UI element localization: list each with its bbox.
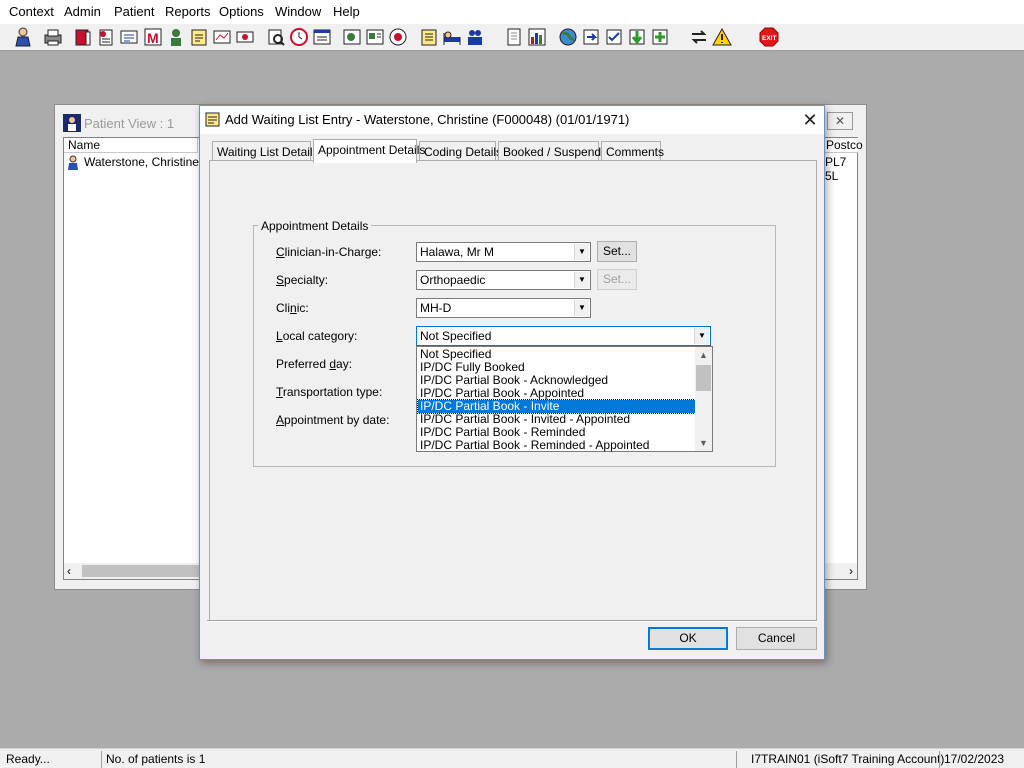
patient-view-title: Patient View : 1 <box>84 116 175 131</box>
check-doc-icon[interactable] <box>604 27 624 47</box>
patient-view-close-button[interactable]: ✕ <box>827 112 853 130</box>
bed-icon[interactable] <box>442 27 462 47</box>
dialog-separator <box>207 620 817 622</box>
chevron-down-icon[interactable]: ▼ <box>694 328 709 344</box>
menu-patient[interactable]: Patient <box>114 4 154 19</box>
status-date: 17/02/2023 <box>939 751 1024 768</box>
scroll-up-icon[interactable]: ▲ <box>695 347 712 363</box>
note2-icon[interactable] <box>419 27 439 47</box>
specialty-label: Specialty: <box>276 273 329 287</box>
clinician-set-button[interactable]: Set... <box>597 241 637 262</box>
menu-reports[interactable]: Reports <box>165 4 211 19</box>
scroll-right-icon[interactable]: › <box>849 563 853 579</box>
warning-icon[interactable] <box>712 27 732 47</box>
dialog-title: Add Waiting List Entry - Waterstone, Chr… <box>225 112 630 127</box>
preferred-day-label: Preferred day: <box>276 357 353 371</box>
card-icon[interactable] <box>365 27 385 47</box>
exit-icon[interactable]: EXIT <box>759 27 779 47</box>
arrow-doc-icon[interactable] <box>581 27 601 47</box>
column-header-name[interactable]: Name <box>64 138 198 153</box>
menu-window[interactable]: Window <box>275 4 321 19</box>
chevron-down-icon[interactable]: ▼ <box>574 272 589 288</box>
window-icon[interactable] <box>312 27 332 47</box>
menu-context[interactable]: Context <box>9 4 54 19</box>
stamp-icon[interactable] <box>388 27 408 47</box>
close-icon[interactable]: ✕ <box>800 110 820 130</box>
list-icon[interactable] <box>119 27 139 47</box>
column-header-postcode[interactable]: Postco <box>822 138 863 153</box>
patient-row-postcode[interactable]: PL7 5L <box>825 155 857 183</box>
dropdown-option[interactable]: IP/DC Partial Book - Reminded - Appointe… <box>418 439 695 452</box>
local-category-select[interactable]: Not Specified ▼ <box>416 326 711 346</box>
local-category-dropdown-list[interactable]: Not Specified IP/DC Fully Booked IP/DC P… <box>416 346 713 452</box>
green-doc-icon[interactable] <box>650 27 670 47</box>
scroll-thumb[interactable] <box>82 565 202 577</box>
chevron-down-icon[interactable]: ▼ <box>574 244 589 260</box>
note-icon[interactable] <box>189 27 209 47</box>
status-bar: Ready... No. of patients is 1 I7TRAIN01 … <box>0 748 1024 768</box>
person-icon[interactable] <box>166 27 186 47</box>
patient-row-name[interactable]: Waterstone, Christine... <box>84 155 209 169</box>
svg-text:EXIT: EXIT <box>762 35 776 42</box>
page-icon[interactable] <box>96 27 116 47</box>
menu-admin[interactable]: Admin <box>64 4 101 19</box>
menu-help[interactable]: Help <box>333 4 360 19</box>
menu-bar: Context Admin Patient Reports Options Wi… <box>0 0 1024 24</box>
group-title: Appointment Details <box>258 219 372 233</box>
ok-button[interactable]: OK <box>648 627 728 650</box>
m-icon[interactable]: M <box>143 27 163 47</box>
clock-icon[interactable] <box>289 27 309 47</box>
menu-options[interactable]: Options <box>219 4 264 19</box>
dropdown-scrollbar[interactable]: ▲ ▼ <box>695 347 712 451</box>
clinic-label: Clinic: <box>276 301 309 315</box>
patient-icon[interactable] <box>13 27 33 47</box>
transfer-icon[interactable] <box>689 27 709 47</box>
toolbar: M EXIT <box>0 24 1024 51</box>
scroll-down-icon[interactable]: ▼ <box>695 435 712 451</box>
book-icon[interactable] <box>73 27 93 47</box>
search-icon[interactable] <box>266 27 286 47</box>
printer-icon[interactable] <box>43 27 63 47</box>
patient-view-icon <box>63 114 81 132</box>
globe-icon[interactable] <box>558 27 578 47</box>
appointment-by-date-label: Appointment by date: <box>276 413 390 427</box>
scroll-left-icon[interactable]: ‹ <box>67 563 71 579</box>
svg-text:M: M <box>147 30 159 46</box>
cancel-button[interactable]: Cancel <box>736 627 817 650</box>
document-icon[interactable] <box>235 27 255 47</box>
people-icon[interactable] <box>465 27 485 47</box>
clinic-select[interactable]: MH-D ▼ <box>416 298 591 318</box>
bar-chart-icon[interactable] <box>527 27 547 47</box>
tab-appointment-details[interactable]: Appointment Details <box>313 139 425 163</box>
green-arrow-icon[interactable] <box>627 27 647 47</box>
status-patient-count: No. of patients is 1 <box>101 751 733 768</box>
clinician-label: Clinician-in-Charge: <box>276 245 382 259</box>
patient-row-icon <box>66 155 80 170</box>
specialty-select[interactable]: Orthopaedic ▼ <box>416 270 591 290</box>
scroll-thumb[interactable] <box>696 365 711 391</box>
chart-icon[interactable] <box>212 27 232 47</box>
note-icon <box>205 112 220 127</box>
dialog-titlebar: Add Waiting List Entry - Waterstone, Chr… <box>200 106 824 134</box>
photo-icon[interactable] <box>342 27 362 47</box>
chevron-down-icon[interactable]: ▼ <box>574 300 589 316</box>
status-user: I7TRAIN01 (iSoft7 Training Account) <box>736 751 944 768</box>
local-category-label: Local category: <box>276 329 358 343</box>
clinician-select[interactable]: Halawa, Mr M ▼ <box>416 242 591 262</box>
status-ready: Ready... <box>6 752 50 766</box>
specialty-set-button[interactable]: Set... <box>597 269 637 290</box>
transportation-type-label: Transportation type: <box>276 385 383 399</box>
page2-icon[interactable] <box>504 27 524 47</box>
